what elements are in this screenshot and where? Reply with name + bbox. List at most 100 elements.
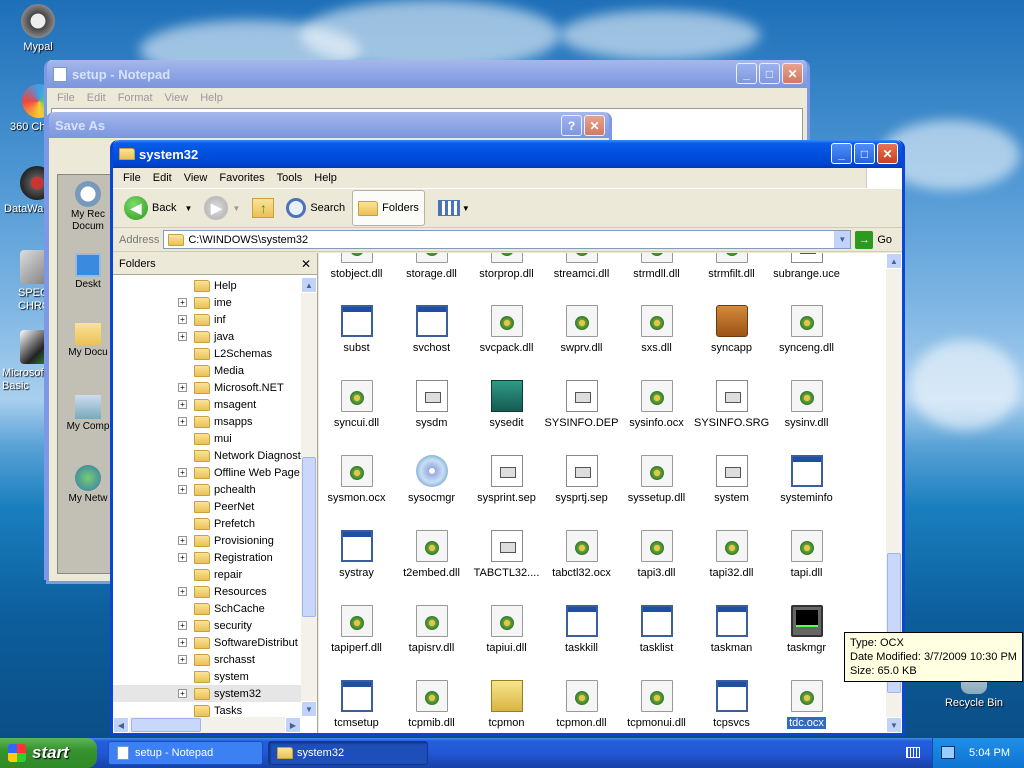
tree-node[interactable]: Help <box>113 277 301 294</box>
file-item[interactable]: TABCTL32.... <box>469 530 544 579</box>
file-item[interactable]: tabctl32.ocx <box>544 530 619 579</box>
file-item[interactable]: sysedit <box>469 380 544 429</box>
tree-node[interactable]: + java <box>113 328 301 345</box>
tree-node[interactable]: Network Diagnost <box>113 447 301 464</box>
menu-file[interactable]: File <box>117 172 147 184</box>
file-item[interactable]: syncapp <box>694 305 769 354</box>
close-icon[interactable]: ✕ <box>584 115 605 136</box>
scroll-thumb[interactable] <box>131 718 201 732</box>
tree-node[interactable]: repair <box>113 566 301 583</box>
address-dropdown-icon[interactable]: ▼ <box>834 231 851 248</box>
tree-node[interactable]: system <box>113 668 301 685</box>
menu-help[interactable]: Help <box>194 92 229 104</box>
file-item[interactable]: systray <box>319 530 394 579</box>
file-item[interactable]: sysprtj.sep <box>544 455 619 504</box>
go-button[interactable]: → Go <box>855 230 892 249</box>
close-icon[interactable]: ✕ <box>301 257 311 271</box>
tree-node[interactable]: + Microsoft.NET <box>113 379 301 396</box>
file-item[interactable]: streamci.dll <box>544 253 619 280</box>
start-button[interactable]: start <box>0 738 97 768</box>
network-tray-icon[interactable] <box>941 746 955 759</box>
menu-help[interactable]: Help <box>308 172 343 184</box>
maximize-icon[interactable]: □ <box>759 63 780 84</box>
explorer-window[interactable]: system32 _ □ ✕ File Edit View Favorites … <box>110 140 905 736</box>
expand-icon[interactable]: + <box>178 400 187 409</box>
tree-node[interactable]: + srchasst <box>113 651 301 668</box>
back-button[interactable]: ◀ Back ▼ <box>119 193 197 223</box>
expand-icon[interactable]: + <box>178 485 187 494</box>
tree-node[interactable]: + pchealth <box>113 481 301 498</box>
file-item[interactable]: subst <box>319 305 394 354</box>
file-item[interactable]: tcpmonui.dll <box>619 680 694 729</box>
file-item[interactable]: tapi32.dll <box>694 530 769 579</box>
file-item[interactable]: svcpack.dll <box>469 305 544 354</box>
file-item[interactable]: syncui.dll <box>319 380 394 429</box>
scroll-left-icon[interactable]: ◀ <box>113 717 129 733</box>
file-item[interactable]: syssetup.dll <box>619 455 694 504</box>
folders-button[interactable]: Folders <box>352 190 425 226</box>
file-item[interactable]: taskmgr <box>769 605 844 654</box>
tree-node[interactable]: + Provisioning <box>113 532 301 549</box>
file-item[interactable]: t2embed.dll <box>394 530 469 579</box>
file-item[interactable]: taskman <box>694 605 769 654</box>
dropdown-arrow-icon[interactable]: ▼ <box>184 204 192 213</box>
menu-edit[interactable]: Edit <box>147 172 178 184</box>
menu-format[interactable]: Format <box>112 92 159 104</box>
menu-file[interactable]: File <box>51 92 81 104</box>
place-desktop[interactable]: Deskt <box>58 253 118 290</box>
tree-vertical-scrollbar[interactable]: ▲ ▼ <box>301 277 317 717</box>
expand-icon[interactable]: + <box>178 638 187 647</box>
expand-icon[interactable]: + <box>178 298 187 307</box>
file-item[interactable]: swprv.dll <box>544 305 619 354</box>
clock[interactable]: 5:04 PM <box>969 747 1010 759</box>
tree-node[interactable]: mui <box>113 430 301 447</box>
file-item[interactable]: strmdll.dll <box>619 253 694 280</box>
tree-node[interactable]: Prefetch <box>113 515 301 532</box>
file-item[interactable]: tdc.ocx <box>769 680 844 732</box>
place-recent[interactable]: My Rec Docum <box>58 181 118 233</box>
tree-node[interactable]: + Registration <box>113 549 301 566</box>
tree-node[interactable]: + ime <box>113 294 301 311</box>
file-item[interactable]: tapiui.dll <box>469 605 544 654</box>
expand-icon[interactable]: + <box>178 689 187 698</box>
dropdown-arrow-icon[interactable]: ▼ <box>232 204 240 213</box>
notepad-titlebar[interactable]: setup - Notepad _ □ ✕ <box>47 60 807 88</box>
file-item[interactable]: sysdm <box>394 380 469 429</box>
forward-button[interactable]: ▶ ▼ <box>199 193 245 223</box>
file-item[interactable]: svchost <box>394 305 469 354</box>
file-item[interactable]: storage.dll <box>394 253 469 280</box>
tree-node[interactable]: + inf <box>113 311 301 328</box>
scroll-down-icon[interactable]: ▼ <box>886 717 902 733</box>
menu-favorites[interactable]: Favorites <box>213 172 270 184</box>
place-my-network[interactable]: My Netw <box>58 465 118 504</box>
file-item[interactable]: tapi.dll <box>769 530 844 579</box>
expand-icon[interactable]: + <box>178 383 187 392</box>
file-item[interactable]: synceng.dll <box>769 305 844 354</box>
expand-icon[interactable]: + <box>178 655 187 664</box>
close-icon[interactable]: ✕ <box>782 63 803 84</box>
place-my-computer[interactable]: My Comp <box>58 395 118 432</box>
scroll-down-icon[interactable]: ▼ <box>301 701 317 717</box>
task-system32[interactable]: system32 <box>268 741 428 765</box>
file-item[interactable]: systeminfo <box>769 455 844 504</box>
file-item[interactable]: tcpsvcs <box>694 680 769 729</box>
tree-node[interactable]: + Offline Web Page <box>113 464 301 481</box>
tree-node[interactable]: + msapps <box>113 413 301 430</box>
file-item[interactable]: sxs.dll <box>619 305 694 354</box>
minimize-icon[interactable]: _ <box>831 143 852 164</box>
file-item[interactable]: sysprint.sep <box>469 455 544 504</box>
file-item[interactable]: storprop.dll <box>469 253 544 280</box>
file-item[interactable]: tcmsetup <box>319 680 394 729</box>
search-button[interactable]: Search <box>281 195 350 221</box>
file-item[interactable]: system <box>694 455 769 504</box>
file-item[interactable]: tapi3.dll <box>619 530 694 579</box>
expand-icon[interactable]: + <box>178 621 187 630</box>
tree-node[interactable]: + Resources <box>113 583 301 600</box>
menu-edit[interactable]: Edit <box>81 92 112 104</box>
desktop-icon-spec[interactable]: SPEC CHRO <box>0 250 54 313</box>
help-icon[interactable]: ? <box>561 115 582 136</box>
task-notepad[interactable]: setup - Notepad <box>108 741 263 765</box>
scroll-up-icon[interactable]: ▲ <box>886 253 902 269</box>
scroll-up-icon[interactable]: ▲ <box>301 277 317 293</box>
file-item[interactable]: sysocmgr <box>394 455 469 504</box>
